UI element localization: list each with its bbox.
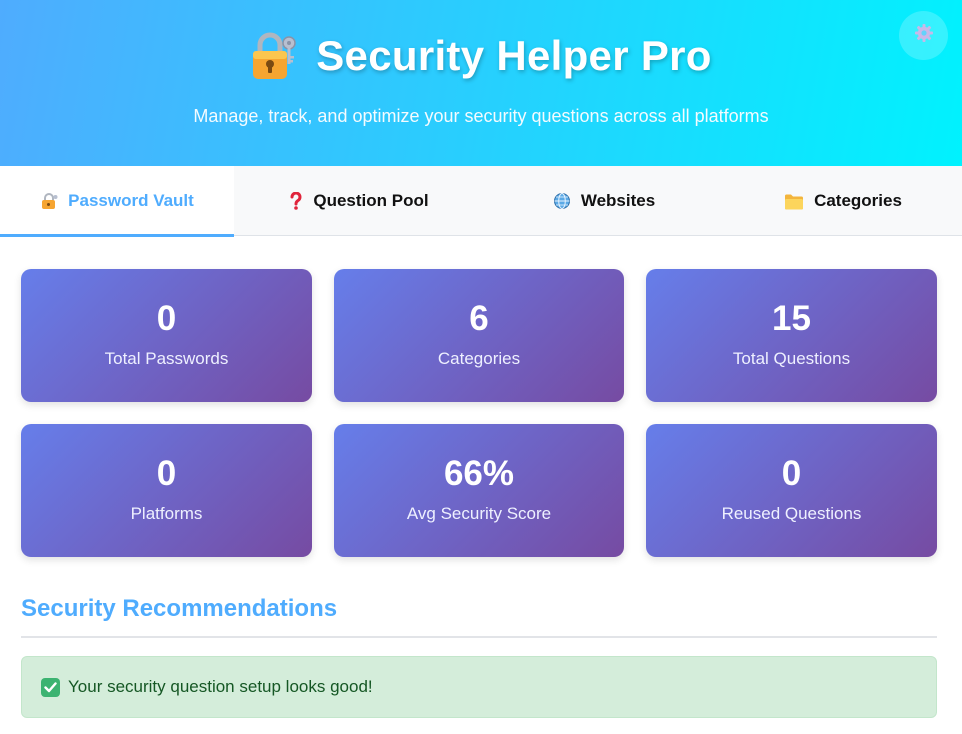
success-alert: Your security question setup looks good! bbox=[21, 656, 937, 718]
tab-categories[interactable]: Categories bbox=[724, 166, 962, 236]
app-subtitle: Manage, track, and optimize your securit… bbox=[193, 106, 769, 126]
stat-label: Total Passwords bbox=[104, 349, 229, 368]
settings-button[interactable] bbox=[899, 11, 948, 60]
success-message: Your security question setup looks good! bbox=[68, 677, 373, 696]
gear-icon bbox=[914, 23, 934, 48]
stat-label: Total Questions bbox=[732, 349, 851, 368]
stat-label: Platforms bbox=[130, 504, 203, 523]
tab-websites[interactable]: Websites bbox=[484, 166, 724, 236]
recommendations-heading: Security Recommendations bbox=[21, 595, 338, 622]
stat-value: 15 bbox=[772, 299, 811, 338]
stat-card-total-passwords: 0 Total Passwords bbox=[21, 269, 312, 402]
check-mark-icon bbox=[41, 677, 60, 697]
stat-label: Reused Questions bbox=[721, 504, 862, 523]
stat-value: 0 bbox=[156, 454, 177, 493]
tab-password-vault[interactable]: Password Vault bbox=[0, 166, 234, 237]
question-mark-icon bbox=[289, 192, 303, 210]
folder-icon bbox=[784, 193, 804, 210]
stat-card-total-questions: 15 Total Questions bbox=[646, 269, 937, 402]
stat-card-reused-questions: 0 Reused Questions bbox=[646, 424, 937, 557]
stats-grid: 0 Total Passwords 6 Categories 15 Total … bbox=[21, 269, 937, 557]
stat-value: 0 bbox=[781, 454, 802, 493]
title-row: Security Helper Pro bbox=[0, 30, 962, 82]
app-header: Security Helper Pro Manage, track, and o… bbox=[0, 0, 962, 166]
tab-label: Websites bbox=[580, 191, 656, 210]
stat-card-categories: 6 Categories bbox=[334, 269, 624, 402]
stat-card-avg-security-score: 66% Avg Security Score bbox=[334, 424, 624, 557]
stat-label: Categories bbox=[437, 349, 521, 368]
tab-label: Categories bbox=[814, 191, 902, 210]
tab-bar: Password Vault Question Pool Websites Ca… bbox=[0, 166, 962, 237]
tab-question-pool[interactable]: Question Pool bbox=[234, 166, 484, 236]
tab-label: Password Vault bbox=[68, 191, 194, 210]
stat-label: Avg Security Score bbox=[406, 504, 552, 523]
tab-label: Question Pool bbox=[313, 191, 429, 210]
stat-value: 6 bbox=[469, 299, 489, 338]
stat-card-platforms: 0 Platforms bbox=[21, 424, 312, 557]
lock-with-key-icon bbox=[250, 30, 296, 82]
divider bbox=[21, 636, 937, 638]
globe-icon bbox=[553, 192, 571, 210]
stat-value: 66% bbox=[443, 454, 515, 493]
lock-icon bbox=[40, 192, 58, 210]
app-title: Security Helper Pro bbox=[316, 32, 712, 79]
stat-value: 0 bbox=[156, 299, 177, 338]
